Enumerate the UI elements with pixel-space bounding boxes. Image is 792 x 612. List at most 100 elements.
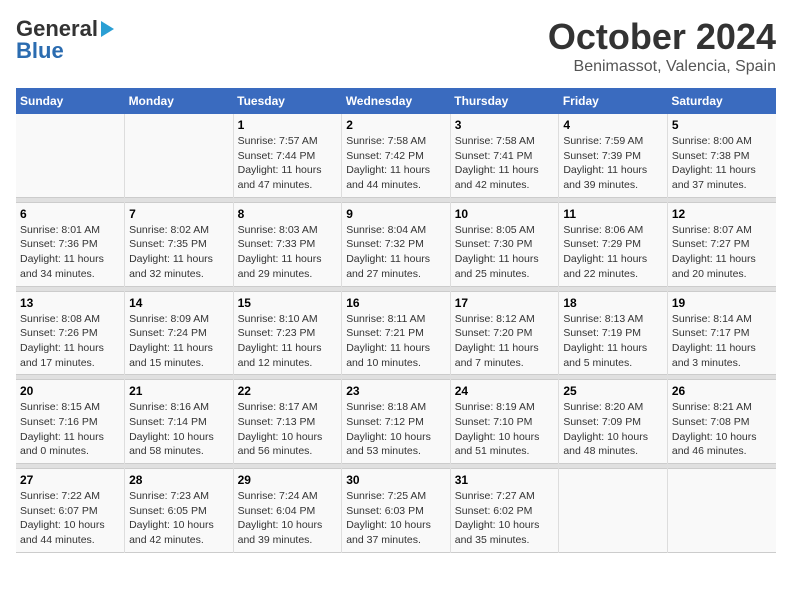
calendar-cell [16, 114, 125, 197]
calendar-cell: 30Sunrise: 7:25 AM Sunset: 6:03 PM Dayli… [342, 469, 451, 553]
day-info: Sunrise: 8:21 AM Sunset: 7:08 PM Dayligh… [672, 400, 772, 459]
calendar-cell: 13Sunrise: 8:08 AM Sunset: 7:26 PM Dayli… [16, 291, 125, 375]
day-info: Sunrise: 8:18 AM Sunset: 7:12 PM Dayligh… [346, 400, 446, 459]
day-number: 3 [455, 118, 555, 132]
col-header-saturday: Saturday [667, 88, 776, 114]
calendar-cell: 16 Sunrise: 8:11 AM Sunset: 7:21 PM Dayli… [342, 291, 451, 375]
day-info: Sunrise: 8:10 AM Sunset: 7:23 PM Dayligh… [238, 312, 338, 371]
logo-arrow-icon [101, 21, 114, 37]
calendar-cell: 12 Sunrise: 8:07 AM Sunset: 7:27 PM Dayli… [667, 202, 776, 286]
day-number: 18 [563, 296, 663, 310]
day-number: 29 [238, 473, 338, 487]
day-info: Sunrise: 7:23 AM Sunset: 6:05 PM Dayligh… [129, 489, 229, 548]
day-number: 12 [672, 207, 772, 221]
day-info: Sunrise: 8:07 AM Sunset: 7:27 PM Dayligh… [672, 223, 772, 282]
day-number: 30 [346, 473, 446, 487]
calendar-week-1: 1 Sunrise: 7:57 AM Sunset: 7:44 PM Daylig… [16, 114, 776, 197]
calendar-cell: 31 Sunrise: 7:27 AM Sunset: 6:02 PM Dayli… [450, 469, 559, 553]
calendar-cell: 18 Sunrise: 8:13 AM Sunset: 7:19 PM Dayli… [559, 291, 668, 375]
calendar-cell: 11 Sunrise: 8:06 AM Sunset: 7:29 PM Dayli… [559, 202, 668, 286]
day-info: Sunrise: 8:01 AM Sunset: 7:36 PM Dayligh… [20, 223, 120, 282]
day-info: Sunrise: 7:22 AM Sunset: 6:07 PM Dayligh… [20, 489, 120, 548]
calendar-cell: 20Sunrise: 8:15 AM Sunset: 7:16 PM Dayli… [16, 380, 125, 464]
day-number: 9 [346, 207, 446, 221]
day-info: Sunrise: 8:14 AM Sunset: 7:17 PM Dayligh… [672, 312, 772, 371]
calendar-week-4: 20Sunrise: 8:15 AM Sunset: 7:16 PM Dayli… [16, 380, 776, 464]
calendar-cell: 19Sunrise: 8:14 AM Sunset: 7:17 PM Dayli… [667, 291, 776, 375]
day-number: 26 [672, 384, 772, 398]
calendar-cell: 8Sunrise: 8:03 AM Sunset: 7:33 PM Daylig… [233, 202, 342, 286]
day-info: Sunrise: 7:59 AM Sunset: 7:39 PM Dayligh… [563, 134, 663, 193]
day-info: Sunrise: 8:16 AM Sunset: 7:14 PM Dayligh… [129, 400, 229, 459]
day-info: Sunrise: 8:13 AM Sunset: 7:19 PM Dayligh… [563, 312, 663, 371]
day-number: 1 [238, 118, 338, 132]
calendar-cell [667, 469, 776, 553]
day-info: Sunrise: 8:11 AM Sunset: 7:21 PM Dayligh… [346, 312, 446, 371]
month-title: October 2024 [548, 16, 776, 58]
day-number: 5 [672, 118, 772, 132]
calendar-week-2: 6 Sunrise: 8:01 AM Sunset: 7:36 PM Daylig… [16, 202, 776, 286]
calendar-cell: 29 Sunrise: 7:24 AM Sunset: 6:04 PM Dayli… [233, 469, 342, 553]
logo-blue: Blue [16, 38, 64, 64]
calendar-week-3: 13Sunrise: 8:08 AM Sunset: 7:26 PM Dayli… [16, 291, 776, 375]
calendar-cell: 10 Sunrise: 8:05 AM Sunset: 7:30 PM Dayli… [450, 202, 559, 286]
calendar-cell: 21 Sunrise: 8:16 AM Sunset: 7:14 PM Dayli… [125, 380, 234, 464]
day-info: Sunrise: 8:04 AM Sunset: 7:32 PM Dayligh… [346, 223, 446, 282]
page-header: General Blue October 2024 Benimassot, Va… [16, 16, 776, 76]
day-number: 31 [455, 473, 555, 487]
day-info: Sunrise: 7:58 AM Sunset: 7:42 PM Dayligh… [346, 134, 446, 193]
col-header-tuesday: Tuesday [233, 88, 342, 114]
day-number: 2 [346, 118, 446, 132]
day-info: Sunrise: 7:24 AM Sunset: 6:04 PM Dayligh… [238, 489, 338, 548]
day-info: Sunrise: 8:12 AM Sunset: 7:20 PM Dayligh… [455, 312, 555, 371]
calendar-header-row: SundayMondayTuesdayWednesdayThursdayFrid… [16, 88, 776, 114]
col-header-sunday: Sunday [16, 88, 125, 114]
calendar-table: SundayMondayTuesdayWednesdayThursdayFrid… [16, 88, 776, 553]
location-title: Benimassot, Valencia, Spain [548, 58, 776, 76]
day-number: 24 [455, 384, 555, 398]
calendar-cell: 22Sunrise: 8:17 AM Sunset: 7:13 PM Dayli… [233, 380, 342, 464]
calendar-cell: 15 Sunrise: 8:10 AM Sunset: 7:23 PM Dayli… [233, 291, 342, 375]
day-number: 16 [346, 296, 446, 310]
calendar-cell: 23 Sunrise: 8:18 AM Sunset: 7:12 PM Dayli… [342, 380, 451, 464]
col-header-thursday: Thursday [450, 88, 559, 114]
calendar-cell: 5 Sunrise: 8:00 AM Sunset: 7:38 PM Daylig… [667, 114, 776, 197]
calendar-cell: 6 Sunrise: 8:01 AM Sunset: 7:36 PM Daylig… [16, 202, 125, 286]
day-number: 21 [129, 384, 229, 398]
calendar-cell: 3 Sunrise: 7:58 AM Sunset: 7:41 PM Daylig… [450, 114, 559, 197]
day-info: Sunrise: 7:27 AM Sunset: 6:02 PM Dayligh… [455, 489, 555, 548]
day-number: 27 [20, 473, 120, 487]
day-number: 6 [20, 207, 120, 221]
calendar-cell: 9 Sunrise: 8:04 AM Sunset: 7:32 PM Daylig… [342, 202, 451, 286]
day-number: 10 [455, 207, 555, 221]
calendar-week-5: 27 Sunrise: 7:22 AM Sunset: 6:07 PM Dayli… [16, 469, 776, 553]
calendar-cell [125, 114, 234, 197]
day-info: Sunrise: 8:19 AM Sunset: 7:10 PM Dayligh… [455, 400, 555, 459]
calendar-cell: 14Sunrise: 8:09 AM Sunset: 7:24 PM Dayli… [125, 291, 234, 375]
day-number: 15 [238, 296, 338, 310]
day-info: Sunrise: 8:00 AM Sunset: 7:38 PM Dayligh… [672, 134, 772, 193]
day-number: 11 [563, 207, 663, 221]
calendar-cell: 24 Sunrise: 8:19 AM Sunset: 7:10 PM Dayli… [450, 380, 559, 464]
day-number: 17 [455, 296, 555, 310]
title-area: October 2024 Benimassot, Valencia, Spain [548, 16, 776, 76]
calendar-cell: 17 Sunrise: 8:12 AM Sunset: 7:20 PM Dayli… [450, 291, 559, 375]
day-number: 23 [346, 384, 446, 398]
calendar-cell: 4Sunrise: 7:59 AM Sunset: 7:39 PM Daylig… [559, 114, 668, 197]
day-number: 8 [238, 207, 338, 221]
calendar-cell: 1 Sunrise: 7:57 AM Sunset: 7:44 PM Daylig… [233, 114, 342, 197]
day-number: 22 [238, 384, 338, 398]
calendar-cell [559, 469, 668, 553]
day-number: 7 [129, 207, 229, 221]
logo: General Blue [16, 16, 114, 64]
day-info: Sunrise: 7:57 AM Sunset: 7:44 PM Dayligh… [238, 134, 338, 193]
day-number: 20 [20, 384, 120, 398]
day-info: Sunrise: 8:05 AM Sunset: 7:30 PM Dayligh… [455, 223, 555, 282]
day-info: Sunrise: 8:06 AM Sunset: 7:29 PM Dayligh… [563, 223, 663, 282]
day-info: Sunrise: 8:20 AM Sunset: 7:09 PM Dayligh… [563, 400, 663, 459]
day-number: 25 [563, 384, 663, 398]
day-info: Sunrise: 7:58 AM Sunset: 7:41 PM Dayligh… [455, 134, 555, 193]
day-info: Sunrise: 8:08 AM Sunset: 7:26 PM Dayligh… [20, 312, 120, 371]
calendar-cell: 7Sunrise: 8:02 AM Sunset: 7:35 PM Daylig… [125, 202, 234, 286]
day-number: 28 [129, 473, 229, 487]
